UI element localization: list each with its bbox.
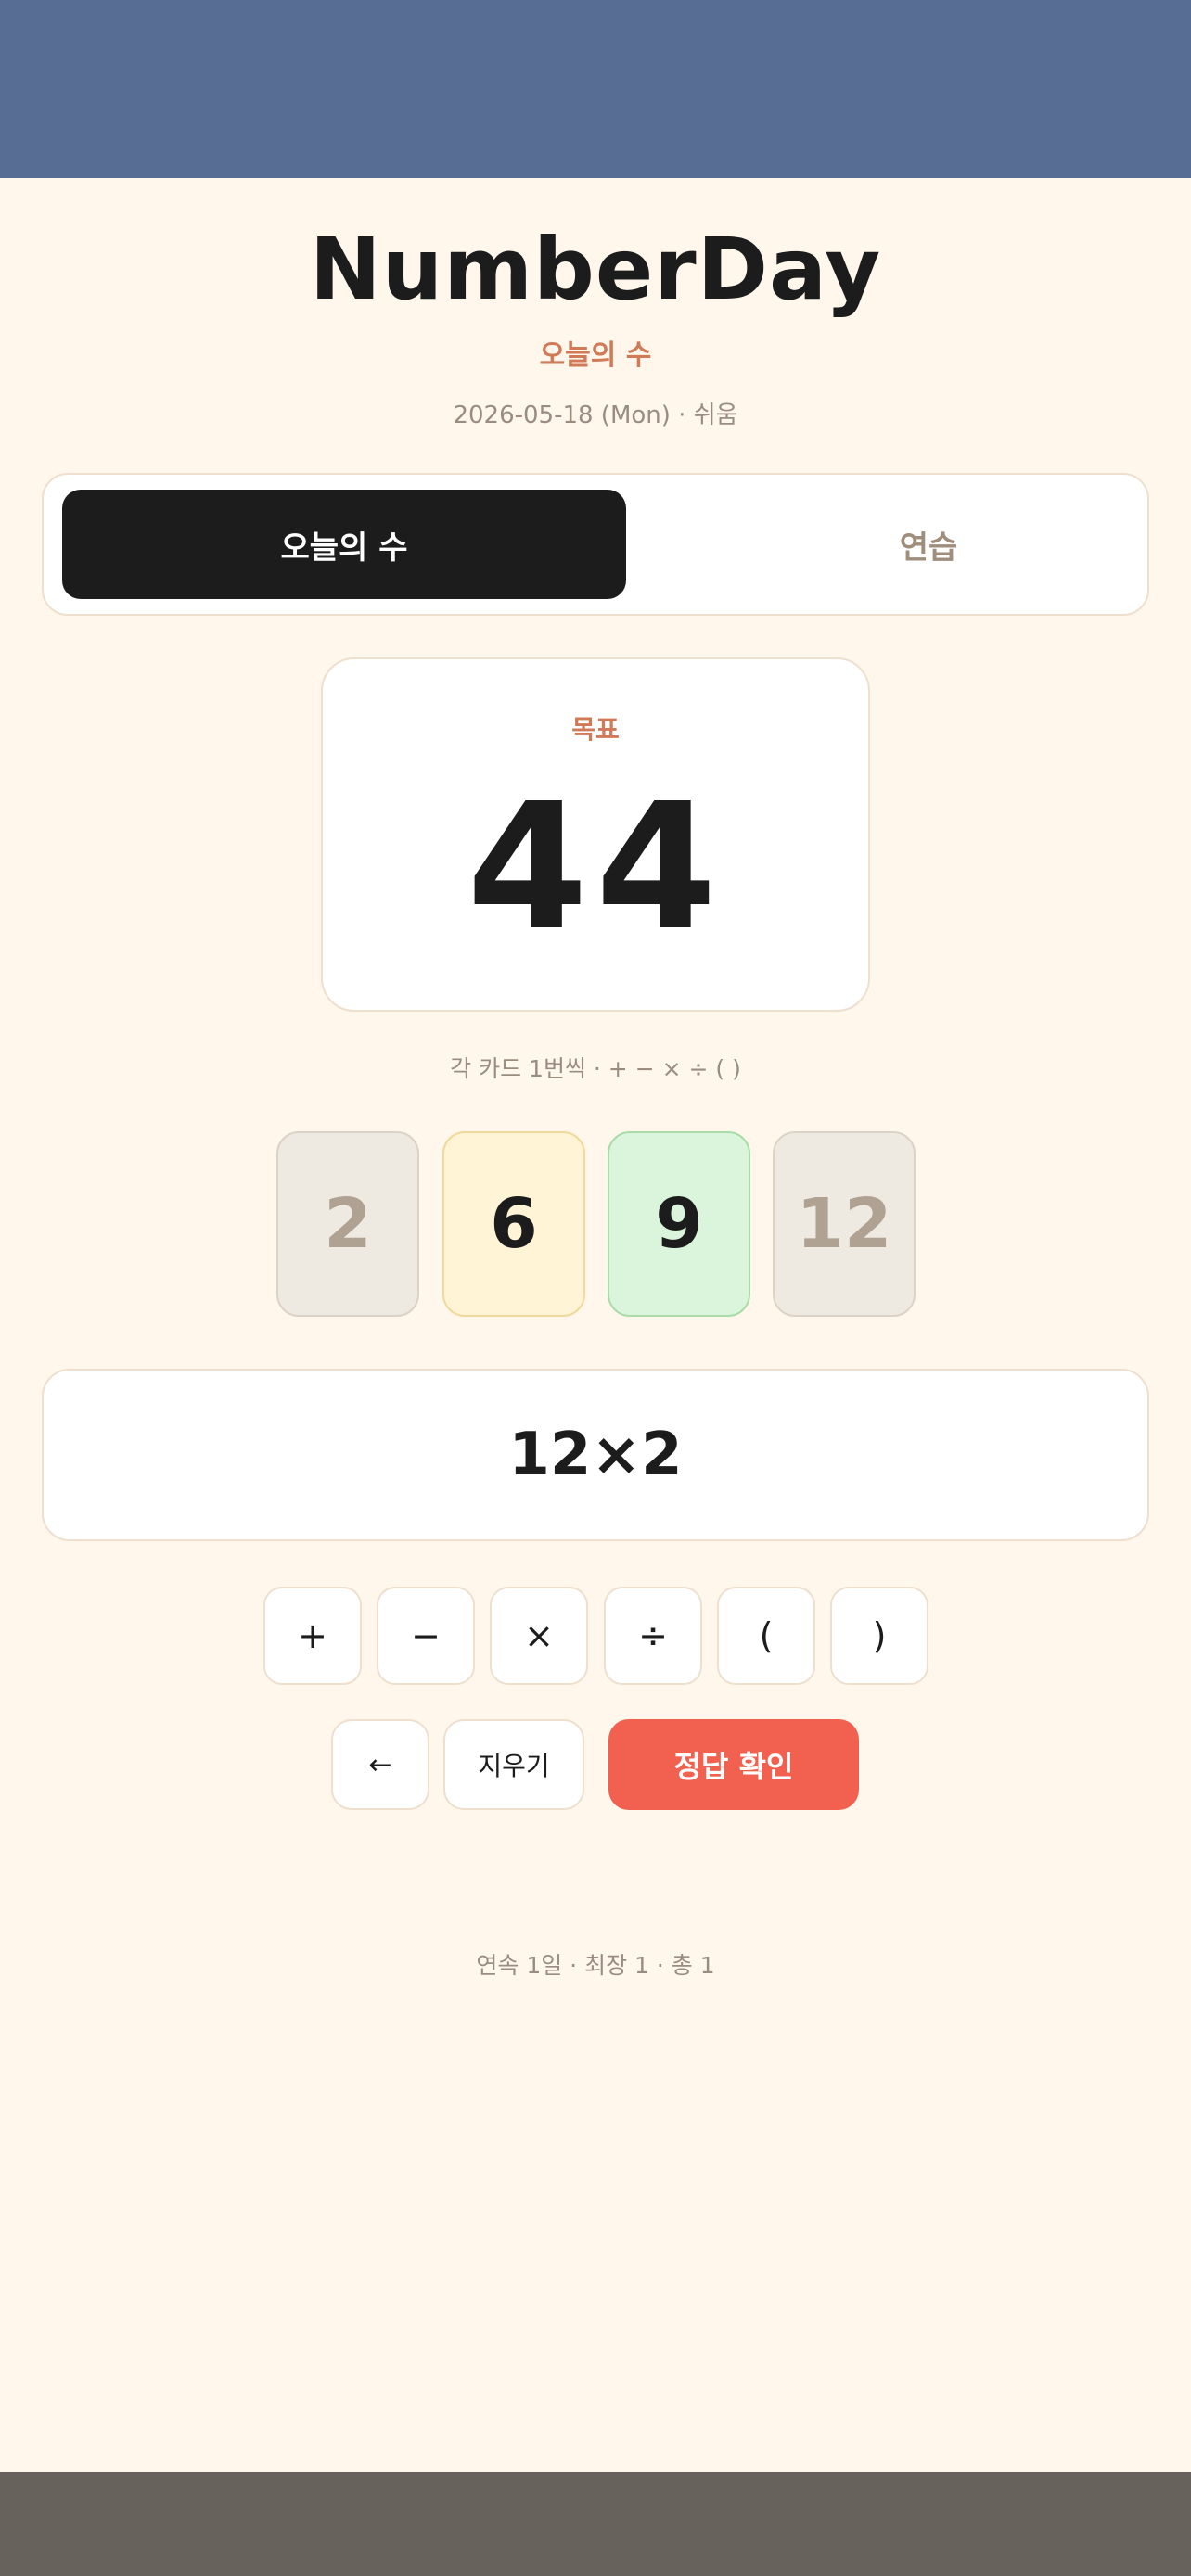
- date-difficulty-line: 2026-05-18 (Mon) · 쉬움: [453, 402, 738, 429]
- target-number: 44: [467, 766, 724, 969]
- divide-button[interactable]: ÷: [604, 1587, 702, 1685]
- top-system-bar: [0, 0, 1191, 178]
- target-card: 목표 44: [321, 657, 870, 1012]
- submit-answer-button[interactable]: 정답 확인: [608, 1719, 859, 1810]
- number-card[interactable]: 9: [608, 1131, 750, 1317]
- expression-display: 12×2: [42, 1369, 1149, 1541]
- multiply-button[interactable]: ×: [490, 1587, 588, 1685]
- plus-button[interactable]: +: [263, 1587, 362, 1685]
- streak-stats: 연속 1일 · 최장 1 · 총 1: [476, 1952, 715, 1979]
- arrow-left-icon: ←: [368, 1748, 392, 1781]
- mode-toggle: 오늘의 수 연습: [42, 473, 1149, 616]
- bottom-system-bar: [0, 2472, 1191, 2576]
- open-paren-button[interactable]: (: [717, 1587, 815, 1685]
- clear-button[interactable]: 지우기: [443, 1719, 584, 1810]
- page-subtitle: 오늘의 수: [539, 339, 652, 372]
- minus-button[interactable]: −: [377, 1587, 475, 1685]
- tab-today[interactable]: 오늘의 수: [62, 490, 626, 599]
- rules-hint: 각 카드 1번씩 · + − × ÷ ( ): [450, 1055, 741, 1082]
- app-title: NumberDay: [309, 220, 882, 319]
- number-card[interactable]: 12: [773, 1131, 916, 1317]
- number-card[interactable]: 6: [442, 1131, 585, 1317]
- backspace-button[interactable]: ←: [331, 1719, 429, 1810]
- number-card[interactable]: 2: [276, 1131, 419, 1317]
- target-label: 목표: [571, 714, 620, 745]
- tab-practice[interactable]: 연습: [647, 490, 1191, 599]
- close-paren-button[interactable]: ): [830, 1587, 928, 1685]
